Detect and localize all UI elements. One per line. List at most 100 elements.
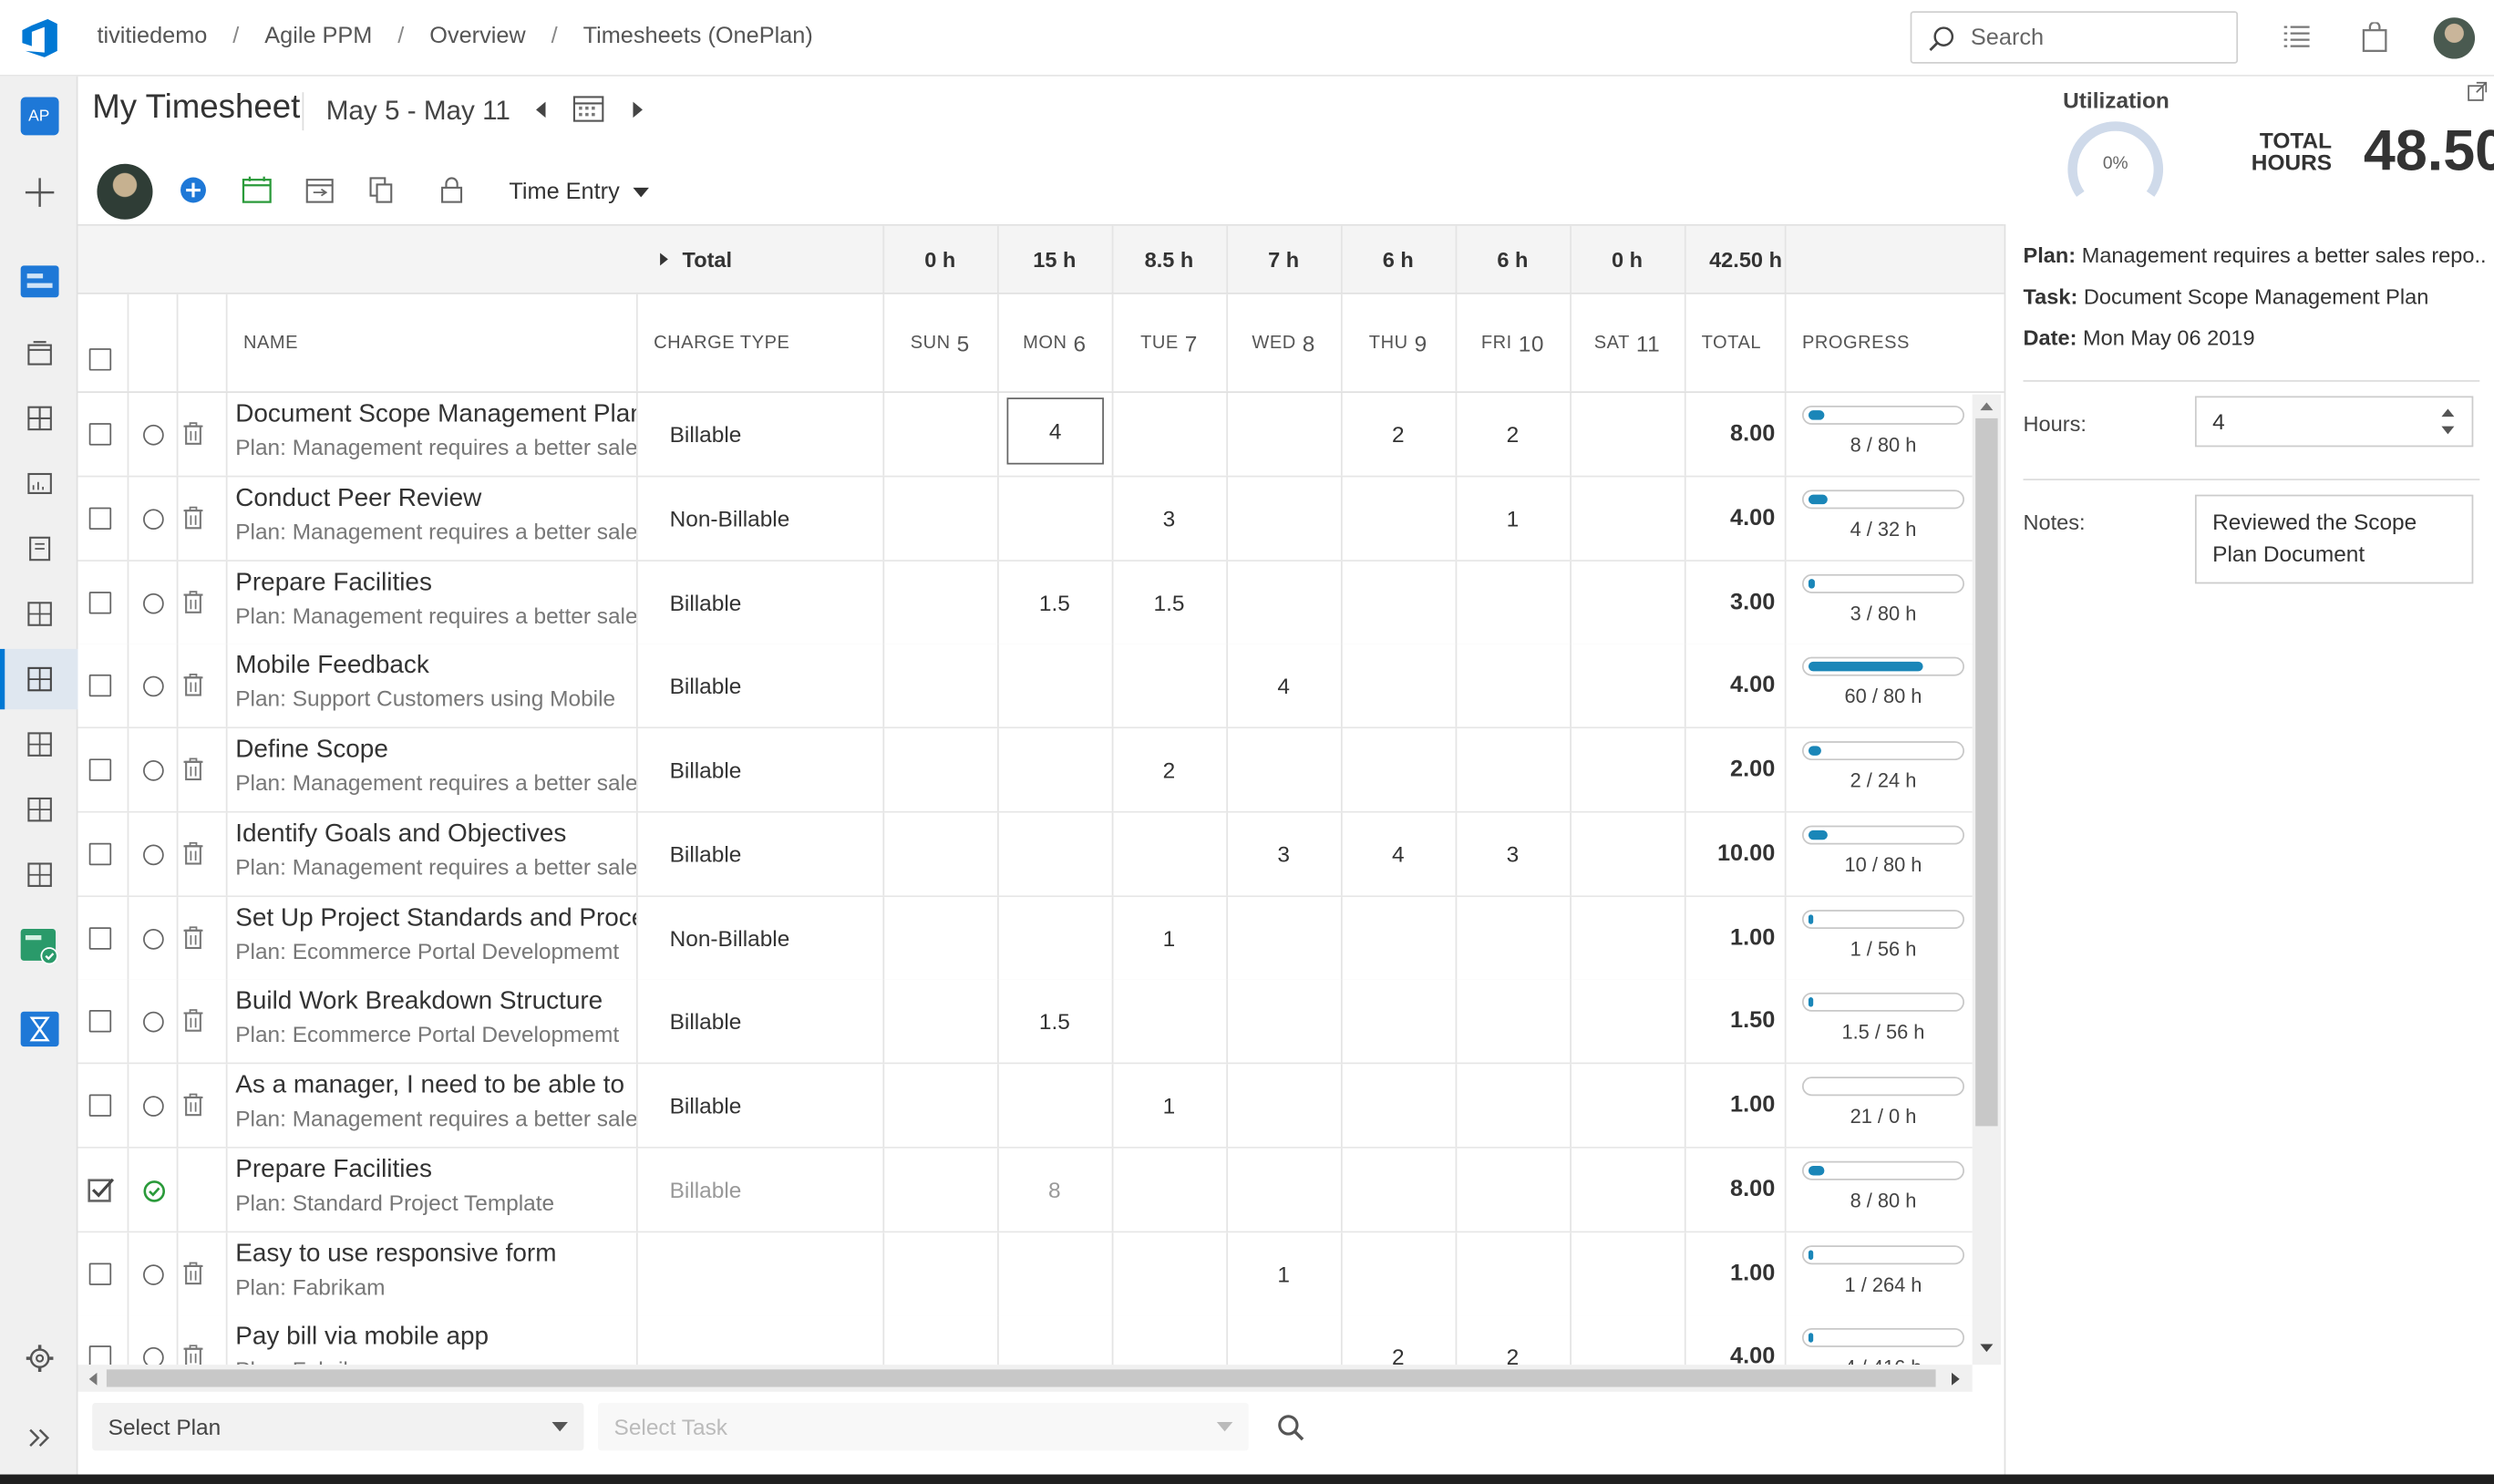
copy-icon[interactable] [369,177,395,204]
hours-cell[interactable] [1570,896,1685,979]
hours-cell[interactable] [1226,1315,1341,1365]
hours-cell[interactable] [1570,561,1685,644]
delete-row-icon[interactable] [183,674,204,706]
task-name[interactable]: Pay bill via mobile app [235,1324,636,1352]
totals-label-cell[interactable]: Total [658,226,881,293]
hours-cell[interactable]: 3 [1226,812,1341,895]
hours-cell[interactable] [1341,1232,1456,1314]
column-header-day[interactable]: THU 9 [1341,294,1456,391]
nav-summary[interactable] [0,323,78,383]
hours-cell[interactable] [1341,1148,1456,1231]
lock-icon[interactable] [440,177,463,204]
hours-cell[interactable] [1570,1232,1685,1314]
column-header-total[interactable]: TOTAL [1687,294,1775,391]
breadcrumb-page[interactable]: Timesheets (OnePlan) [583,24,813,49]
hours-cell[interactable]: 4 [1341,812,1456,895]
charge-type[interactable]: Billable [670,393,742,476]
hours-cell[interactable]: 2 [1456,1315,1571,1365]
column-header-day[interactable]: FRI 10 [1456,294,1571,391]
current-week-calendar-icon[interactable] [242,176,272,204]
task-name[interactable]: Prepare Facilities [235,569,636,597]
hours-cell[interactable] [1226,896,1341,979]
hours-cell[interactable] [1456,980,1571,1063]
table-row[interactable]: As a manager, I need to be able to Plan: … [77,1064,1973,1149]
breadcrumb-org[interactable]: tivitiedemo [97,24,207,49]
row-checkbox[interactable] [88,675,112,697]
hours-cell[interactable] [1226,980,1341,1063]
row-checkbox[interactable] [88,423,112,446]
hours-cell[interactable] [1226,1148,1341,1231]
hours-cell[interactable]: 8 [997,1148,1112,1231]
hours-cell[interactable] [882,980,997,1063]
user-avatar[interactable] [2433,17,2476,59]
row-checkbox[interactable] [88,758,112,781]
marketplace-bag-icon[interactable] [2362,22,2387,52]
row-checkbox[interactable] [88,591,112,613]
table-row[interactable]: Mobile Feedback Plan: Support Customers u… [77,644,1973,729]
table-row[interactable]: Document Scope Management Plan Plan: Mana… [77,392,1973,478]
hours-cell[interactable] [1112,1315,1227,1365]
hours-cell[interactable]: 2 [1112,728,1227,811]
row-checkbox[interactable] [88,1345,112,1365]
delete-row-icon[interactable] [183,505,204,537]
table-row[interactable]: Easy to use responsive form Plan: Fabrika… [77,1232,1973,1316]
hours-cell[interactable] [997,1315,1112,1365]
hours-cell[interactable] [1112,1148,1227,1231]
vertical-scroll-thumb[interactable] [1975,417,1998,1127]
table-row[interactable]: Build Work Breakdown Structure Plan: Ecom… [77,980,1973,1065]
hours-cell[interactable] [1456,1232,1571,1314]
hours-cell[interactable]: 1.5 [997,980,1112,1063]
task-name[interactable]: Define Scope [235,737,636,765]
hours-field[interactable]: 4 [2194,396,2474,448]
hours-cell[interactable] [1112,644,1227,727]
hours-cell[interactable] [882,1315,997,1365]
hours-cell[interactable] [882,896,997,979]
horizontal-scrollbar[interactable] [77,1365,1973,1392]
submit-status-radio[interactable] [143,1012,164,1033]
charge-type[interactable]: Non-Billable [670,477,790,560]
hours-cell[interactable] [1112,812,1227,895]
hours-cell[interactable] [1456,561,1571,644]
hours-cell[interactable] [997,644,1112,727]
search-task-button[interactable] [1277,1414,1304,1441]
hours-cell[interactable] [1341,728,1456,811]
azure-devops-logo[interactable] [19,18,60,57]
hours-cell[interactable] [1226,728,1341,811]
task-name[interactable]: Document Scope Management Plan [235,401,636,429]
hours-cell[interactable] [1456,644,1571,727]
column-header-day[interactable]: WED 8 [1226,294,1341,391]
task-name[interactable]: Conduct Peer Review [235,485,636,513]
hours-cell[interactable]: 2 [1341,393,1456,476]
hours-cell[interactable] [1570,1148,1685,1231]
hours-cell[interactable] [1112,1232,1227,1314]
hours-cell-editing[interactable]: 4 [1006,397,1104,465]
submit-status-radio[interactable] [143,508,164,530]
add-row-button[interactable] [180,177,207,204]
row-checkbox[interactable] [88,1262,112,1285]
scroll-left-arrow-icon[interactable] [88,1371,98,1386]
hours-cell[interactable]: 1 [1226,1232,1341,1314]
table-row[interactable]: Prepare Facilities Plan: Standard Project… [77,1148,1973,1232]
hours-cell[interactable] [1341,1064,1456,1147]
select-task-dropdown[interactable]: Select Task [598,1403,1249,1451]
expand-nav-button[interactable] [0,1407,78,1468]
hours-cell[interactable] [1226,393,1341,476]
hours-cell[interactable] [1112,980,1227,1063]
column-header-day[interactable]: SUN 5 [882,294,997,391]
nav-test-plans[interactable] [0,916,78,976]
column-header-day[interactable]: MON 6 [997,294,1112,391]
scroll-up-arrow-icon[interactable] [1979,401,1994,412]
submit-status-radio[interactable] [143,424,164,446]
charge-type[interactable]: Billable [670,1064,742,1147]
table-row[interactable]: Prepare Facilities Plan: Management requi… [77,561,1973,645]
hours-cell[interactable] [1226,477,1341,560]
task-name[interactable]: Prepare Facilities [235,1156,636,1184]
hours-cell[interactable]: 1 [1112,896,1227,979]
submit-status-radio[interactable] [143,1096,164,1117]
nav-grid-2[interactable] [0,714,78,774]
hours-cell[interactable] [1456,896,1571,979]
copy-last-week-icon[interactable] [305,177,334,204]
hours-cell[interactable] [882,812,997,895]
hours-cell[interactable] [1341,561,1456,644]
hours-cell[interactable] [1456,728,1571,811]
